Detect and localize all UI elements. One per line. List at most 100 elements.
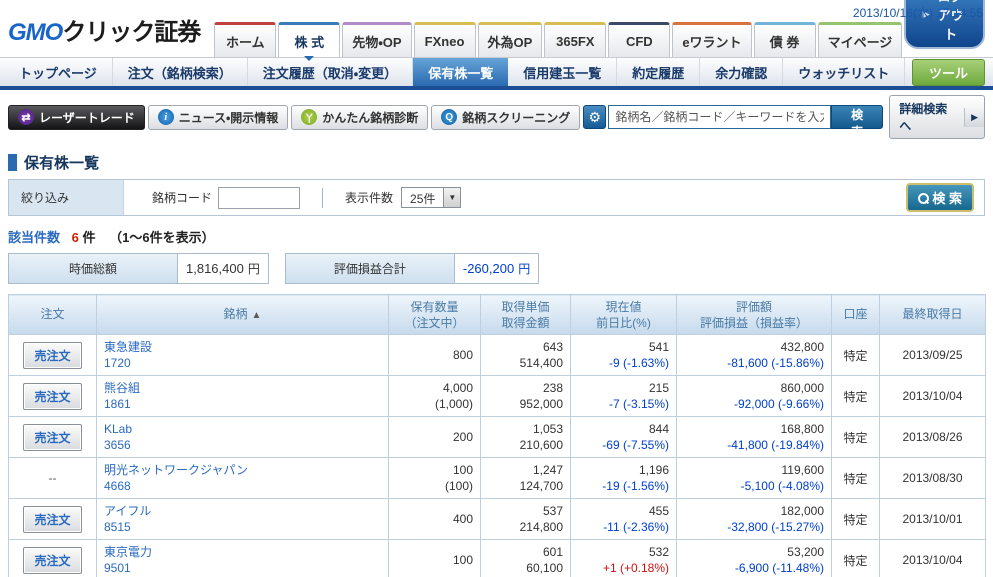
valuation-cell: 168,800 -41,800 (-19.84%) (676, 416, 832, 458)
col-account: 口座 (831, 294, 880, 335)
app-header: 2013/10/16(水) 17:14:55 GMOクリック証券 ホーム 株 式… (0, 0, 993, 61)
laser-trade-button[interactable]: ⇄ レーザートレード (8, 104, 145, 130)
no-order-text: -- (48, 471, 57, 485)
market-value: 168,800 (780, 422, 824, 436)
stock-code-input[interactable] (218, 186, 301, 209)
product-tabs: ホーム 株 式 先物・OP FXneo 外為OP 365FX CFD eワラント… (214, 22, 904, 61)
stock-name-link[interactable]: KLab (104, 422, 132, 436)
sell-order-button[interactable]: 売注文 (23, 341, 82, 369)
holding-row: 売注文 東京電力 9501 100 601 60,100 532 +1 (+0.… (8, 539, 986, 577)
order-cell: 売注文 (8, 498, 97, 540)
product-tab-label: FXneo (424, 33, 465, 49)
account-cell: 特定 (831, 416, 880, 458)
subnav-item[interactable]: 約定履歴 (617, 58, 701, 86)
subnav-item[interactable]: トップページ (4, 58, 113, 86)
news-button[interactable]: i ニュース・開示情報 (147, 104, 289, 130)
stock-name-link[interactable]: 東急建設 (104, 340, 152, 354)
stock-search-input[interactable] (608, 105, 832, 129)
product-tab[interactable]: 365FX (544, 22, 607, 57)
date-cell: 2013/10/04 (879, 539, 986, 577)
total-cost: 210,600 (519, 438, 563, 452)
result-count-top: 該当件数 6 件 （1～6件を表示） (8, 227, 985, 246)
summary-boxes: 時価総額 1,816,400 円 評価損益合計 -260,200 円 (8, 253, 985, 284)
quantity-cell: 200 (388, 416, 481, 458)
result-count-unit: 件 (82, 230, 96, 245)
subnav-item-label: 保有株一覧 (428, 65, 494, 81)
subnav-item[interactable]: 注文（銘柄検索） (113, 58, 248, 86)
sell-order-button[interactable]: 売注文 (23, 423, 82, 451)
col-stock-label: 銘柄 (223, 306, 248, 321)
sell-order-button[interactable]: 売注文 (23, 382, 82, 410)
screening-button[interactable]: Q 銘柄スクリーニング (431, 104, 581, 130)
stock-cell: 東急建設 1720 (96, 334, 389, 376)
summary-unit: 円 (518, 262, 531, 276)
stock-name-link[interactable]: 東京電力 (104, 545, 152, 559)
product-tab[interactable]: eワラント (672, 22, 752, 57)
product-tab-label: 先物・OP (352, 34, 402, 50)
subnav-item[interactable]: 注文履歴（取消・変更） (248, 58, 414, 86)
profit-loss: -41,800 (-19.84%) (727, 438, 824, 452)
product-tab[interactable]: FXneo (413, 22, 476, 57)
product-tab-label: eワラント (682, 34, 742, 50)
diagnosis-label: かんたん銘柄診断 (322, 110, 419, 125)
filter-bar: 絞り込み 銘柄コード 表示件数 25件 ▼ 検 索 (8, 179, 985, 216)
search-settings-button[interactable]: ⚙ (583, 105, 607, 129)
unit-cost: 1,053 (532, 422, 563, 436)
day-change: -69 (-7.55%) (602, 438, 669, 452)
display-count-select[interactable]: 25件 ▼ (401, 187, 462, 208)
sell-order-button[interactable]: 売注文 (23, 546, 82, 574)
holding-row: 売注文 アイフル 8515 400 537 214,800 455 -11 (-… (8, 498, 986, 540)
market-value: 53,200 (787, 545, 824, 559)
date-cell: 2013/08/30 (879, 457, 986, 499)
col-price: 現在値 前日比(%) (570, 294, 677, 335)
tool-button[interactable]: ツール (911, 58, 985, 86)
stock-name-link[interactable]: 明光ネットワークジャパン (104, 463, 248, 477)
stock-code: 1861 (104, 397, 131, 411)
market-value: 119,600 (781, 463, 825, 477)
total-cost: 214,800 (519, 520, 563, 534)
subnav-item[interactable]: ウォッチリスト (783, 58, 906, 86)
col-order: 注文 (8, 294, 97, 335)
stock-code: 8515 (104, 520, 131, 534)
product-tab[interactable]: CFD (608, 22, 671, 57)
day-change: -19 (-1.56%) (602, 479, 669, 493)
date-cell: 2013/10/04 (879, 375, 986, 417)
diagnosis-button[interactable]: 丫 かんたん銘柄診断 (291, 104, 429, 130)
product-tab[interactable]: 外為OP (477, 22, 543, 57)
summary-unit: 円 (247, 262, 260, 276)
screening-label: 銘柄スクリーニング (462, 110, 571, 125)
quantity: 4,000 (442, 381, 473, 395)
gmo-click-logo[interactable]: GMOクリック証券 (8, 12, 201, 57)
subnav-item-label: ウォッチリスト (798, 65, 890, 81)
stock-code: 1720 (104, 356, 131, 370)
gear-icon: ⚙ (588, 108, 602, 125)
product-tab[interactable]: 株 式 (278, 22, 341, 61)
holding-row: -- 明光ネットワークジャパン 4668 100 (100) 1,247 124… (8, 457, 986, 499)
unit-cost: 1,247 (532, 463, 563, 477)
product-tab[interactable]: マイページ (817, 22, 903, 57)
quantity-cell: 4,000 (1,000) (388, 375, 481, 417)
sort-asc-icon[interactable]: ▲ (252, 310, 262, 321)
search-submit-button[interactable]: 検 索 (831, 105, 884, 139)
account-cell: 特定 (831, 334, 880, 376)
date-cell: 2013/08/26 (879, 416, 986, 458)
product-tab[interactable]: 先物・OP (342, 22, 412, 57)
total-cost: 952,000 (519, 397, 563, 411)
valuation-cell: 182,000 -32,800 (-15.27%) (676, 498, 832, 540)
profit-loss: -5,100 (-4.08%) (740, 479, 824, 493)
stock-cell: 明光ネットワークジャパン 4668 (96, 457, 389, 499)
advanced-search-button[interactable]: 詳細検索へ ▶ (889, 95, 985, 139)
product-tab[interactable]: 債 券 (753, 22, 816, 57)
subnav-item[interactable]: 余力確認 (700, 58, 784, 86)
filter-search-button[interactable]: 検 索 (906, 183, 974, 212)
result-count-number: 6 (71, 230, 79, 245)
sell-order-button[interactable]: 売注文 (23, 505, 82, 533)
subnav-item[interactable]: 信用建玉一覧 (508, 58, 618, 86)
stock-name-link[interactable]: アイフル (104, 504, 151, 518)
subnav-item[interactable]: 保有株一覧 (413, 58, 509, 86)
stock-name-link[interactable]: 熊谷組 (104, 381, 140, 395)
subnav-item-label: 余力確認 (715, 65, 768, 81)
product-tab-label: ホーム (226, 34, 265, 50)
product-tab[interactable]: ホーム (214, 22, 277, 57)
summary-label: 時価総額 (9, 254, 177, 283)
